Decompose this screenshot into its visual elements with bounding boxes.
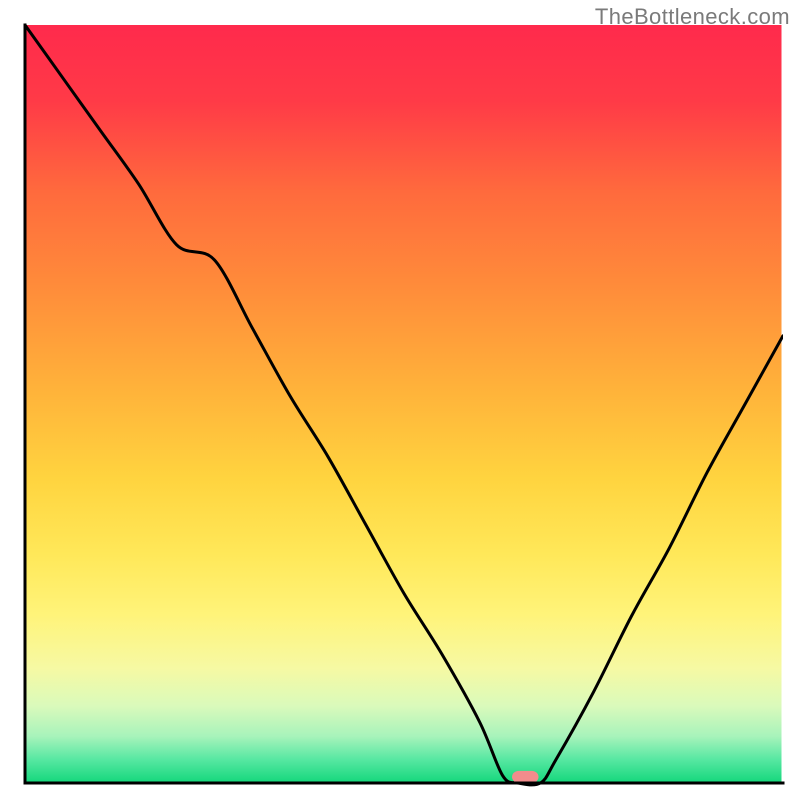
optimum-marker	[512, 771, 539, 783]
bottleneck-chart	[0, 0, 800, 800]
chart-container: TheBottleneck.com	[0, 0, 800, 800]
watermark-text: TheBottleneck.com	[595, 4, 790, 30]
gradient-background	[27, 25, 782, 782]
